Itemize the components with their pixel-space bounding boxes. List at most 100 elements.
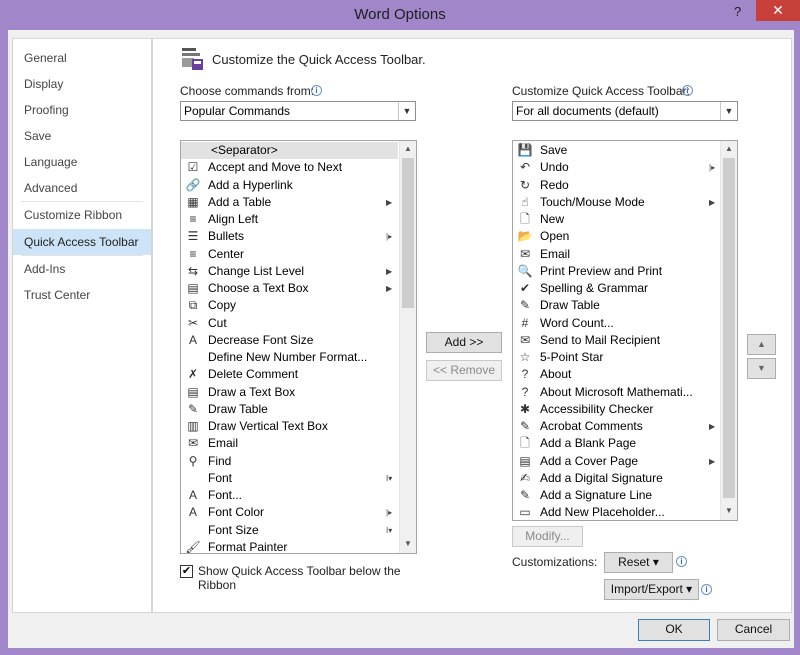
- list-item-label: Bullets: [208, 229, 245, 244]
- draw-table-icon: ✎: [187, 401, 199, 416]
- list-item[interactable]: ↶ Undo |▸: [513, 159, 719, 176]
- list-item[interactable]: ✉ Email: [513, 246, 719, 263]
- customize-qat-select[interactable]: For all documents (default) ▼: [512, 101, 738, 121]
- list-item[interactable]: ▤ Add a Cover Page ▶: [513, 453, 719, 470]
- list-item[interactable]: Font Size I▾: [181, 522, 398, 539]
- list-item-label: Spelling & Grammar: [540, 281, 649, 295]
- list-item[interactable]: 🗋 New: [513, 211, 719, 228]
- list-item[interactable]: ▤ Choose a Text Box ▶: [181, 280, 398, 297]
- info-icon[interactable]: i: [676, 556, 687, 567]
- list-item[interactable]: ✔ Spelling & Grammar: [513, 280, 719, 297]
- show-below-checkbox[interactable]: ✔: [180, 565, 193, 578]
- list-item[interactable]: ✉ Email: [181, 435, 398, 452]
- scroll-up-icon[interactable]: ▲: [400, 141, 416, 157]
- list-item[interactable]: ⚲ Find: [181, 453, 398, 470]
- list-item[interactable]: ⇆ Change List Level ▶: [181, 263, 398, 280]
- list-item[interactable]: ? About: [513, 366, 719, 383]
- list-item[interactable]: ≡ Align Left: [181, 211, 398, 228]
- chevron-down-icon[interactable]: ▼: [398, 102, 415, 120]
- list-item[interactable]: ✗ Delete Comment: [181, 366, 398, 383]
- ok-button[interactable]: OK: [638, 619, 710, 641]
- list-item[interactable]: ⧉ Copy: [181, 297, 398, 314]
- available-commands-list[interactable]: <Separator> ☑ Accept and Move to Next 🔗 Add …: [180, 140, 417, 554]
- list-item[interactable]: Font I▾: [181, 470, 398, 487]
- scroll-down-icon[interactable]: ▼: [721, 503, 737, 519]
- scroll-up-icon[interactable]: ▲: [721, 141, 737, 157]
- add-button[interactable]: Add >>: [426, 332, 502, 353]
- info-icon[interactable]: i: [682, 85, 693, 96]
- list-item[interactable]: ▥ Draw Vertical Text Box: [181, 418, 398, 435]
- list-item[interactable]: ✎ Add a Signature Line: [513, 487, 719, 504]
- reset-button[interactable]: Reset ▾: [604, 552, 673, 573]
- list-item[interactable]: ? About Microsoft Mathemati...: [513, 384, 719, 401]
- list-item[interactable]: ✎ Draw Table: [513, 297, 719, 314]
- list-item[interactable]: ☝ Touch/Mouse Mode ▶: [513, 194, 719, 211]
- list-item[interactable]: A Font Color |▸: [181, 504, 398, 521]
- list-item[interactable]: ▤ Draw a Text Box: [181, 384, 398, 401]
- list-item[interactable]: 🖌 Format Painter: [181, 539, 398, 554]
- close-button[interactable]: ✕: [756, 0, 800, 21]
- cancel-button[interactable]: Cancel: [717, 619, 790, 641]
- list-item[interactable]: ☰ Bullets |▸: [181, 228, 398, 245]
- list-item[interactable]: ▭ Add New Placeholder...: [513, 504, 719, 520]
- submenu-arrow-icon: ▶: [709, 422, 716, 431]
- left-scrollbar[interactable]: ▲ ▼: [399, 141, 416, 553]
- list-item[interactable]: ≡ Center: [181, 246, 398, 263]
- move-up-button[interactable]: ▲: [747, 334, 776, 355]
- list-item[interactable]: ✍ Add a Digital Signature: [513, 470, 719, 487]
- list-item-label: Draw Table: [540, 298, 600, 313]
- nav-item-trust-center[interactable]: Trust Center: [13, 282, 151, 308]
- list-item[interactable]: ✎ Draw Table: [181, 401, 398, 418]
- word-count-icon: #: [521, 315, 529, 330]
- list-item[interactable]: ✱ Accessibility Checker: [513, 401, 719, 418]
- scroll-thumb[interactable]: [402, 158, 414, 308]
- list-item[interactable]: A Decrease Font Size: [181, 332, 398, 349]
- scroll-thumb[interactable]: [723, 158, 735, 498]
- qat-commands-list[interactable]: 💾 Save ↶ Undo |▸ ↻ Redo ☝ Touch/Mouse Mode ▶ 🗋 New 📂…: [512, 140, 738, 521]
- list-item[interactable]: # Word Count...: [513, 315, 719, 332]
- nav-item-proofing[interactable]: Proofing: [13, 97, 151, 123]
- list-item[interactable]: ☑ Accept and Move to Next: [181, 159, 398, 176]
- list-item-label: Format Painter: [208, 539, 288, 554]
- show-below-label[interactable]: Show Quick Access Toolbar below the Ribb…: [198, 564, 408, 592]
- list-item[interactable]: ↻ Redo: [513, 177, 719, 194]
- import-export-button[interactable]: Import/Export ▾: [604, 579, 699, 600]
- move-down-button[interactable]: ▼: [747, 358, 776, 379]
- list-item[interactable]: ✂ Cut: [181, 315, 398, 332]
- list-item[interactable]: 🔗 Add a Hyperlink: [181, 177, 398, 194]
- info-icon[interactable]: i: [701, 584, 712, 595]
- nav-item-language[interactable]: Language: [13, 149, 151, 175]
- hyperlink-icon: 🔗: [185, 177, 201, 192]
- right-scrollbar[interactable]: ▲ ▼: [720, 141, 737, 520]
- nav-item-advanced[interactable]: Advanced: [13, 175, 151, 201]
- remove-button[interactable]: << Remove: [426, 360, 502, 381]
- customizations-label: Customizations:: [512, 555, 598, 569]
- nav-item-quick-access-toolbar[interactable]: Quick Access Toolbar: [13, 229, 151, 255]
- list-item[interactable]: 💾 Save: [513, 142, 719, 159]
- nav-item-customize-ribbon[interactable]: Customize Ribbon: [13, 202, 151, 228]
- list-item[interactable]: ☆ 5-Point Star: [513, 349, 719, 366]
- scroll-down-icon[interactable]: ▼: [400, 536, 416, 552]
- list-item[interactable]: 🔍 Print Preview and Print: [513, 263, 719, 280]
- choose-commands-label: Choose commands from:: [180, 84, 314, 98]
- modify-button[interactable]: Modify...: [512, 526, 583, 547]
- list-item[interactable]: Define New Number Format...: [181, 349, 398, 366]
- list-item[interactable]: 🗋 Add a Blank Page: [513, 435, 719, 452]
- list-item[interactable]: <Separator>: [181, 142, 398, 159]
- list-item-label: About Microsoft Mathemati...: [540, 384, 693, 399]
- nav-item-general[interactable]: General: [13, 45, 151, 71]
- nav-item-save[interactable]: Save: [13, 123, 151, 149]
- nav-item-add-ins[interactable]: Add-Ins: [13, 256, 151, 282]
- list-item[interactable]: ✎ Acrobat Comments ▶: [513, 418, 719, 435]
- font-dropdown-icon: I▾: [386, 473, 393, 483]
- list-item[interactable]: ✉ Send to Mail Recipient: [513, 332, 719, 349]
- help-icon[interactable]: ?: [734, 4, 748, 20]
- nav-item-display[interactable]: Display: [13, 71, 151, 97]
- choose-commands-select[interactable]: Popular Commands ▼: [180, 101, 416, 121]
- list-item[interactable]: 📂 Open: [513, 228, 719, 245]
- chevron-down-icon[interactable]: ▼: [720, 102, 737, 120]
- list-item[interactable]: ▦ Add a Table ▶: [181, 194, 398, 211]
- info-icon[interactable]: i: [311, 85, 322, 96]
- list-item[interactable]: A Font...: [181, 487, 398, 504]
- new-icon: 🗋: [520, 212, 530, 226]
